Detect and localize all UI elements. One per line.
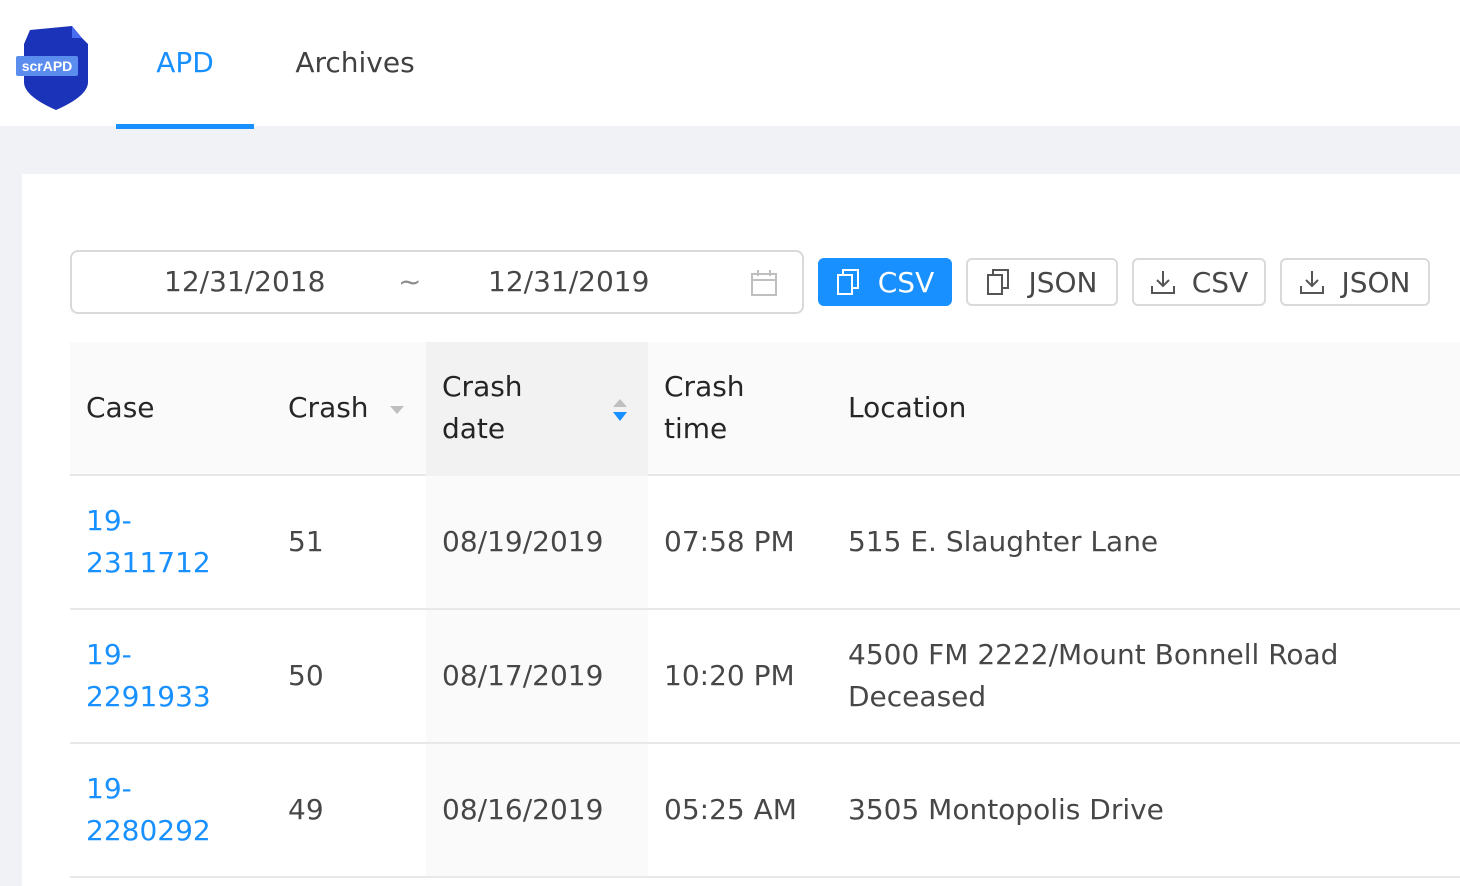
- top-nav: scrAPD APD Archives: [0, 0, 1460, 129]
- start-date-input[interactable]: 12/31/2018: [164, 252, 325, 312]
- table-row: 19- 2311712 51 08/19/2019 07:58 PM 515 E…: [70, 476, 1460, 610]
- sort-caret-down-icon[interactable]: [388, 404, 406, 416]
- copy-csv-label: CSV: [877, 265, 935, 299]
- copy-csv-button[interactable]: CSV: [818, 258, 952, 306]
- crash-time: 10:20 PM: [664, 659, 795, 692]
- column-header-location[interactable]: Location: [848, 387, 966, 429]
- crash-location: 3505 Montopolis Drive: [848, 789, 1164, 831]
- main-content: 12/31/2018 ~ 12/31/2019 CSV JSON CSV JSO…: [22, 174, 1460, 886]
- download-json-button[interactable]: JSON: [1280, 258, 1430, 306]
- table-header: Case Crash Crash date Crash time Locatio…: [70, 342, 1460, 476]
- location-line2: Deceased: [848, 680, 987, 713]
- range-separator: ~: [398, 265, 422, 298]
- end-date-input[interactable]: 12/31/2019: [488, 252, 649, 312]
- crash-date: 08/16/2019: [442, 793, 604, 826]
- download-csv-label: CSV: [1191, 265, 1249, 299]
- location-line1: 3505 Montopolis Drive: [848, 793, 1164, 826]
- tab-archives[interactable]: Archives: [276, 0, 434, 126]
- case-number-prefix: 19-: [86, 772, 132, 805]
- case-link[interactable]: 19- 2280292: [86, 768, 236, 852]
- crash-location: 515 E. Slaughter Lane: [848, 521, 1158, 563]
- copy-json-button[interactable]: JSON: [966, 258, 1118, 306]
- tab-apd[interactable]: APD: [116, 0, 254, 126]
- column-header-crash-time[interactable]: Crash time: [664, 366, 745, 450]
- download-csv-button[interactable]: CSV: [1132, 258, 1266, 306]
- location-line1: 515 E. Slaughter Lane: [848, 525, 1159, 558]
- case-number-suffix: 2280292: [86, 814, 211, 847]
- download-icon: [1300, 271, 1325, 294]
- column-header-case[interactable]: Case: [86, 387, 155, 429]
- case-number-prefix: 19-: [86, 504, 132, 537]
- crash-number: 51: [288, 525, 324, 558]
- crash-number: 49: [288, 793, 324, 826]
- police-badge-icon: scrAPD: [16, 26, 88, 110]
- svg-text:scrAPD: scrAPD: [22, 58, 73, 74]
- case-number-prefix: 19-: [86, 638, 132, 671]
- crash-date: 08/19/2019: [442, 525, 604, 558]
- date-range-picker[interactable]: 12/31/2018 ~ 12/31/2019: [70, 250, 804, 314]
- column-header-crash[interactable]: Crash: [288, 387, 369, 429]
- active-tab-indicator: [116, 124, 254, 129]
- case-link[interactable]: 19- 2311712: [86, 500, 236, 584]
- crash-time: 05:25 AM: [664, 793, 797, 826]
- sort-toggle-icon[interactable]: [610, 396, 630, 424]
- copy-icon: [987, 269, 1010, 295]
- download-icon: [1150, 271, 1175, 294]
- case-number-suffix: 2311712: [86, 546, 211, 579]
- copy-icon: [836, 269, 859, 295]
- column-header-crash-time-line1: Crash: [664, 370, 745, 403]
- location-line1: 4500 FM 2222/Mount Bonnell Road: [848, 638, 1339, 671]
- table-row: 19- 2291933 50 08/17/2019 10:20 PM 4500 …: [70, 610, 1460, 744]
- copy-json-label: JSON: [1028, 265, 1098, 299]
- case-link[interactable]: 19- 2291933: [86, 634, 236, 718]
- column-header-crash-date-line2: date: [442, 412, 506, 445]
- table-row: 19- 2280292 49 08/16/2019 05:25 AM 3505 …: [70, 744, 1460, 878]
- crash-date: 08/17/2019: [442, 659, 604, 692]
- scrapd-logo[interactable]: scrAPD: [16, 24, 92, 112]
- calendar-icon[interactable]: [750, 269, 778, 297]
- crash-time: 07:58 PM: [664, 525, 795, 558]
- column-header-crash-date[interactable]: Crash date: [442, 366, 523, 450]
- crash-location: 4500 FM 2222/Mount Bonnell Road Deceased: [848, 634, 1338, 718]
- column-header-crash-time-line2: time: [664, 412, 728, 445]
- download-json-label: JSON: [1341, 265, 1411, 299]
- column-header-crash-date-line1: Crash: [442, 370, 523, 403]
- crash-number: 50: [288, 659, 324, 692]
- case-number-suffix: 2291933: [86, 680, 211, 713]
